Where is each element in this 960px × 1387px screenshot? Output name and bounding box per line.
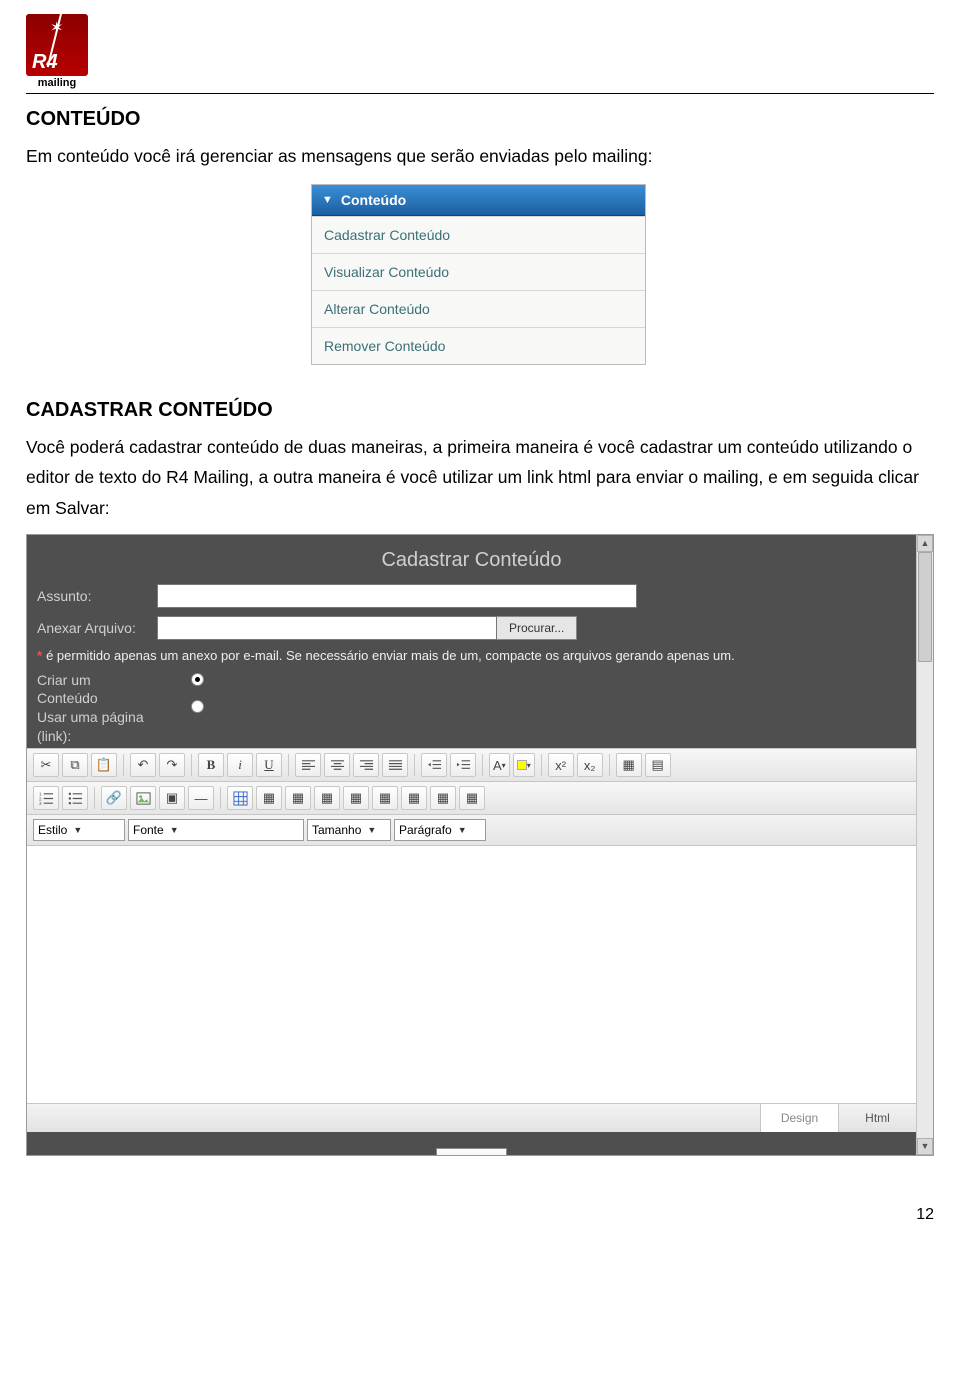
bold-icon[interactable]: B (198, 753, 224, 777)
section-heading-conteudo: CONTEÚDO (26, 108, 934, 131)
menu-item-cadastrar[interactable]: Cadastrar Conteúdo (312, 216, 645, 253)
editor-canvas[interactable] (27, 846, 916, 1104)
select-tamanho[interactable]: Tamanho▼ (307, 819, 391, 841)
svg-text:3: 3 (39, 801, 42, 806)
input-assunto[interactable] (157, 584, 637, 608)
section-intro-cadastrar: Você poderá cadastrar conteúdo de duas m… (26, 432, 934, 524)
table-col-right-icon[interactable]: ▦ (372, 786, 398, 810)
menu-item-remover[interactable]: Remover Conteúdo (312, 327, 645, 364)
indent-icon[interactable] (450, 753, 476, 777)
radio-label-link-2: (link): (37, 727, 157, 746)
media-icon[interactable]: ▣ (159, 786, 185, 810)
undo-icon[interactable]: ↶ (130, 753, 156, 777)
vertical-scrollbar[interactable]: ▲ ▼ (916, 535, 933, 1155)
editor-toolbar-3: Estilo▼ Fonte▼ Tamanho▼ Parágrafo▼ (27, 815, 916, 846)
row-anexo: Anexar Arquivo: Procurar... (27, 612, 916, 644)
table-split-icon[interactable]: ▦ (459, 786, 485, 810)
menu-header[interactable]: ▼ Conteúdo (312, 185, 645, 216)
page-number: 12 (26, 1206, 934, 1224)
conteudo-menu-screenshot: ▼ Conteúdo Cadastrar Conteúdo Visualizar… (311, 184, 646, 365)
copy-icon[interactable]: ⧉ (62, 753, 88, 777)
label-assunto: Assunto: (37, 588, 157, 604)
scroll-down-icon[interactable]: ▼ (917, 1138, 933, 1155)
chevron-down-icon: ▼ (73, 825, 82, 835)
section-intro-conteudo: Em conteúdo você irá gerenciar as mensag… (26, 141, 934, 172)
attachment-note: *é permitido apenas um anexo por e-mail.… (27, 644, 916, 669)
align-center-icon[interactable] (324, 753, 350, 777)
radio-criar-conteudo[interactable] (191, 673, 204, 686)
chevron-down-icon: ▼ (170, 825, 179, 835)
insert-field-icon[interactable]: ▦ (616, 753, 642, 777)
table-delete-row-icon[interactable]: ▦ (314, 786, 340, 810)
radio-block: Criar um Conteúdo Usar uma página (link)… (27, 669, 916, 749)
paste-icon[interactable]: 📋 (91, 753, 117, 777)
radio-label-link-1: Usar uma página (37, 708, 157, 727)
editor-title: Cadastrar Conteúdo (27, 535, 916, 580)
menu-title: Conteúdo (341, 192, 406, 208)
select-fonte[interactable]: Fonte▼ (128, 819, 304, 841)
unordered-list-icon[interactable] (62, 786, 88, 810)
row-assunto: Assunto: (27, 580, 916, 612)
align-justify-icon[interactable] (382, 753, 408, 777)
table-col-left-icon[interactable]: ▦ (343, 786, 369, 810)
underline-icon[interactable]: U (256, 753, 282, 777)
highlight-color-icon[interactable]: ▾ (513, 753, 535, 777)
select-paragrafo[interactable]: Parágrafo▼ (394, 819, 486, 841)
mode-design-tab[interactable]: Design (760, 1104, 838, 1132)
logo-block: ✶ R4 mailing (26, 14, 934, 89)
italic-icon[interactable]: i (227, 753, 253, 777)
scroll-thumb[interactable] (918, 552, 932, 662)
ordered-list-icon[interactable]: 123 (33, 786, 59, 810)
text-color-icon[interactable]: A▾ (489, 753, 510, 777)
radio-label-criar-1: Criar um (37, 671, 157, 690)
image-icon[interactable] (130, 786, 156, 810)
cut-icon[interactable]: ✂ (33, 753, 59, 777)
outdent-icon[interactable] (421, 753, 447, 777)
radio-label-criar-2: Conteúdo (37, 689, 157, 708)
table-row-above-icon[interactable]: ▦ (256, 786, 282, 810)
r4-logo: ✶ R4 (26, 14, 88, 76)
table-insert-icon[interactable] (227, 786, 253, 810)
editor-toolbar-2: 123 🔗 ▣ — ▦ ▦ ▦ ▦ ▦ ▦ ▦ ▦ (27, 782, 916, 815)
menu-item-visualizar[interactable]: Visualizar Conteúdo (312, 253, 645, 290)
table-delete-col-icon[interactable]: ▦ (401, 786, 427, 810)
label-anexo: Anexar Arquivo: (37, 620, 157, 636)
align-right-icon[interactable] (353, 753, 379, 777)
browse-button[interactable]: Procurar... (497, 616, 577, 640)
superscript-icon[interactable]: x² (548, 753, 574, 777)
mode-html-tab[interactable]: Html (838, 1104, 916, 1132)
editor-modebar: Design Html (27, 1104, 916, 1132)
input-anexo[interactable] (157, 616, 497, 640)
align-left-icon[interactable] (295, 753, 321, 777)
subscript-icon[interactable]: x₂ (577, 753, 603, 777)
logo-text: R4 (32, 51, 58, 74)
save-row: Salvar (27, 1132, 916, 1155)
section-heading-cadastrar: CADASTRAR CONTEÚDO (26, 399, 934, 422)
editor-toolbar-1: ✂ ⧉ 📋 ↶ ↷ B i U A▾ ▾ x² x₂ ▦ ▤ (27, 748, 916, 782)
editor-screenshot: Cadastrar Conteúdo Assunto: Anexar Arqui… (26, 534, 934, 1156)
table-merge-icon[interactable]: ▦ (430, 786, 456, 810)
chevron-down-icon: ▼ (458, 825, 467, 835)
radio-usar-link[interactable] (191, 700, 204, 713)
logo-subtext: mailing (26, 77, 88, 89)
hr-icon[interactable]: — (188, 786, 214, 810)
save-button[interactable]: Salvar (436, 1148, 507, 1155)
redo-icon[interactable]: ↷ (159, 753, 185, 777)
select-estilo[interactable]: Estilo▼ (33, 819, 125, 841)
menu-item-alterar[interactable]: Alterar Conteúdo (312, 290, 645, 327)
triangle-down-icon: ▼ (322, 194, 333, 206)
table-row-below-icon[interactable]: ▦ (285, 786, 311, 810)
asterisk-icon: * (37, 648, 42, 663)
header-rule (26, 93, 934, 94)
fields-icon[interactable]: ▤ (645, 753, 671, 777)
link-icon[interactable]: 🔗 (101, 786, 127, 810)
scroll-up-icon[interactable]: ▲ (917, 535, 933, 552)
chevron-down-icon: ▼ (367, 825, 376, 835)
